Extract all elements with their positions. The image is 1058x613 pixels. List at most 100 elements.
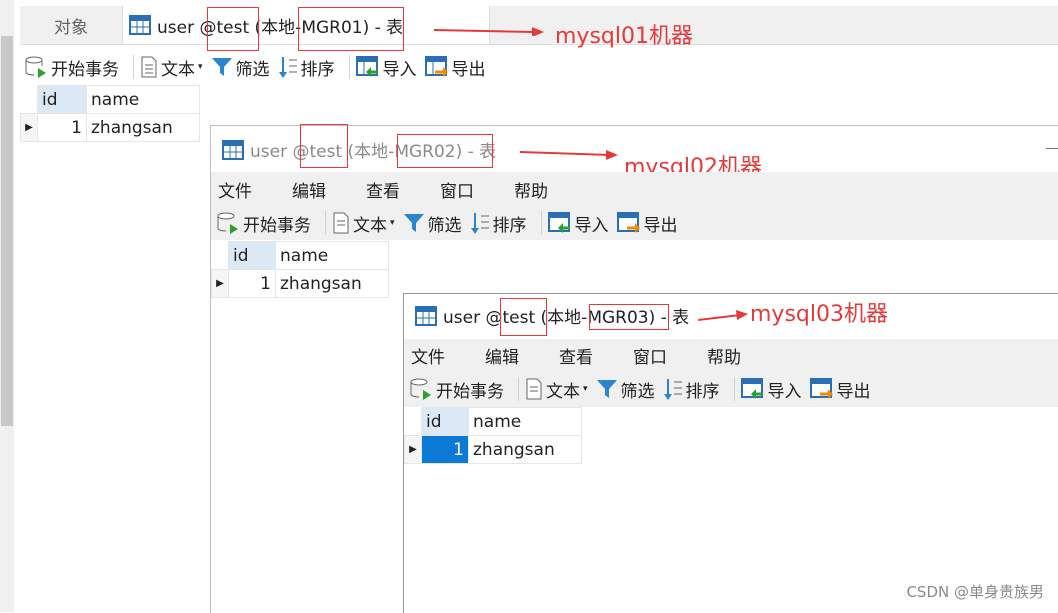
table-row[interactable]: ▶ 1 zhangsan: [404, 435, 582, 464]
arrow-annotation-1: [434, 27, 544, 36]
table-row[interactable]: ▶ 1 zhangsan: [211, 269, 389, 298]
toolbar-mgr03: 开始事务 文本 ▾ 筛选 排序 导入 导出: [409, 374, 879, 404]
cell-name[interactable]: zhangsan: [468, 435, 582, 464]
menu-edit[interactable]: 编辑: [292, 177, 326, 202]
menu-edit[interactable]: 编辑: [485, 343, 519, 368]
import-button[interactable]: 导入: [740, 377, 802, 402]
table-icon: [415, 305, 437, 326]
sort-label: 排序: [685, 381, 720, 402]
toolbar-separator: [518, 377, 519, 401]
begin-transaction-button[interactable]: 开始事务: [24, 55, 119, 80]
text-label: 文本: [353, 215, 387, 236]
cell-name[interactable]: zhangsan: [86, 113, 200, 142]
tab-objects[interactable]: 对象: [20, 6, 122, 44]
tab-objects-label: 对象: [54, 17, 88, 38]
document-text-icon: [141, 56, 157, 78]
sort-button[interactable]: 排序: [278, 55, 335, 80]
sort-icon: [663, 379, 682, 400]
menu-window[interactable]: 窗口: [440, 177, 474, 202]
cell-id[interactable]: 1: [228, 269, 276, 298]
current-row-arrow-icon: ▶: [20, 113, 38, 142]
title-middle: (本地-: [342, 142, 395, 162]
text-button[interactable]: 文本 ▾: [525, 377, 588, 402]
export-button[interactable]: 导出: [616, 211, 678, 236]
table-icon: [222, 139, 244, 160]
menu-window[interactable]: 窗口: [633, 343, 667, 368]
export-button[interactable]: 导出: [809, 377, 871, 402]
import-icon: [740, 378, 763, 399]
filter-label: 筛选: [235, 59, 270, 80]
column-header-name[interactable]: name: [86, 85, 200, 114]
menu-view[interactable]: 查看: [366, 177, 400, 202]
begin-transaction-label: 开始事务: [436, 381, 504, 402]
title-prefix: user @: [443, 308, 503, 328]
export-icon: [424, 56, 448, 77]
column-header-id[interactable]: id: [228, 241, 276, 270]
import-icon: [355, 56, 378, 77]
row-marker-header: [405, 408, 422, 436]
begin-transaction-label: 开始事务: [243, 215, 311, 236]
sort-label: 排序: [492, 215, 527, 236]
toolbar-separator: [540, 211, 542, 235]
toolbar-main: 开始事务 文本 ▾ 筛选 排序 导入 导出: [24, 52, 494, 82]
begin-transaction-button[interactable]: 开始事务: [409, 377, 504, 402]
export-button[interactable]: 导出: [424, 55, 486, 80]
sort-button[interactable]: 排序: [470, 211, 527, 236]
column-header-id[interactable]: id: [37, 85, 87, 114]
begin-transaction-button[interactable]: 开始事务: [216, 211, 311, 236]
menu-file[interactable]: 文件: [218, 177, 252, 202]
menu-help[interactable]: 帮助: [514, 177, 548, 202]
import-label: 导入: [382, 59, 417, 80]
column-header-name[interactable]: name: [468, 407, 582, 436]
filter-button[interactable]: 筛选: [596, 377, 655, 402]
toolbar-mgr02: 开始事务 文本 ▾ 筛选 排序 导入 导出: [216, 208, 686, 238]
highlight-box-conn-3: [589, 304, 669, 330]
highlight-box-db-3: [500, 298, 547, 336]
sort-button[interactable]: 排序: [663, 377, 720, 402]
filter-funnel-icon: [596, 380, 617, 398]
column-header-id[interactable]: id: [421, 407, 469, 436]
menu-help[interactable]: 帮助: [707, 343, 741, 368]
highlight-box-conn-2: [397, 134, 493, 168]
table-row[interactable]: ▶ 1 zhangsan: [20, 113, 200, 142]
menu-view[interactable]: 查看: [559, 343, 593, 368]
minimize-icon[interactable]: [1046, 148, 1058, 149]
cell-name[interactable]: zhangsan: [275, 269, 389, 298]
filter-funnel-icon: [403, 214, 424, 232]
export-icon: [809, 378, 833, 399]
data-grid-mgr02: id name ▶ 1 zhangsan: [211, 241, 389, 298]
vertical-scrollbar[interactable]: [0, 0, 14, 612]
document-text-icon: [526, 378, 542, 400]
scrollbar-thumb[interactable]: [1, 36, 13, 426]
filter-button[interactable]: 筛选: [403, 211, 462, 236]
text-button[interactable]: 文本 ▾: [332, 211, 395, 236]
column-header-name[interactable]: name: [275, 241, 389, 270]
menu-bar-mgr02: 文件 编辑 查看 窗口 帮助: [218, 177, 588, 202]
import-button[interactable]: 导入: [547, 211, 609, 236]
sort-label: 排序: [300, 59, 335, 80]
toolbar-separator: [325, 211, 326, 235]
current-row-arrow-icon: ▶: [211, 269, 229, 298]
annotation-mysql03: mysql03机器: [750, 302, 888, 327]
import-button[interactable]: 导入: [355, 55, 417, 80]
menu-file[interactable]: 文件: [411, 343, 445, 368]
highlight-box-db-1: [207, 7, 259, 51]
text-label: 文本: [546, 381, 580, 402]
arrow-annotation-3: [698, 310, 748, 321]
cell-id[interactable]: 1: [37, 113, 87, 142]
dropdown-arrow-icon: ▾: [198, 62, 203, 72]
annotation-mysql01: mysql01机器: [555, 24, 693, 49]
cell-id-selected[interactable]: 1: [421, 435, 469, 464]
text-button[interactable]: 文本 ▾: [140, 55, 203, 80]
import-label: 导入: [767, 381, 802, 402]
menu-bar-mgr03: 文件 编辑 查看 窗口 帮助: [411, 343, 781, 368]
watermark: CSDN @单身贵族男: [906, 583, 1044, 601]
highlight-box-db-2: [300, 124, 348, 168]
import-label: 导入: [574, 215, 609, 236]
database-transaction-icon: [410, 378, 431, 400]
filter-button[interactable]: 筛选: [211, 55, 270, 80]
filter-label: 筛选: [427, 215, 462, 236]
arrow-annotation-2: [520, 150, 618, 160]
text-label: 文本: [161, 59, 195, 80]
export-label: 导出: [451, 59, 486, 80]
